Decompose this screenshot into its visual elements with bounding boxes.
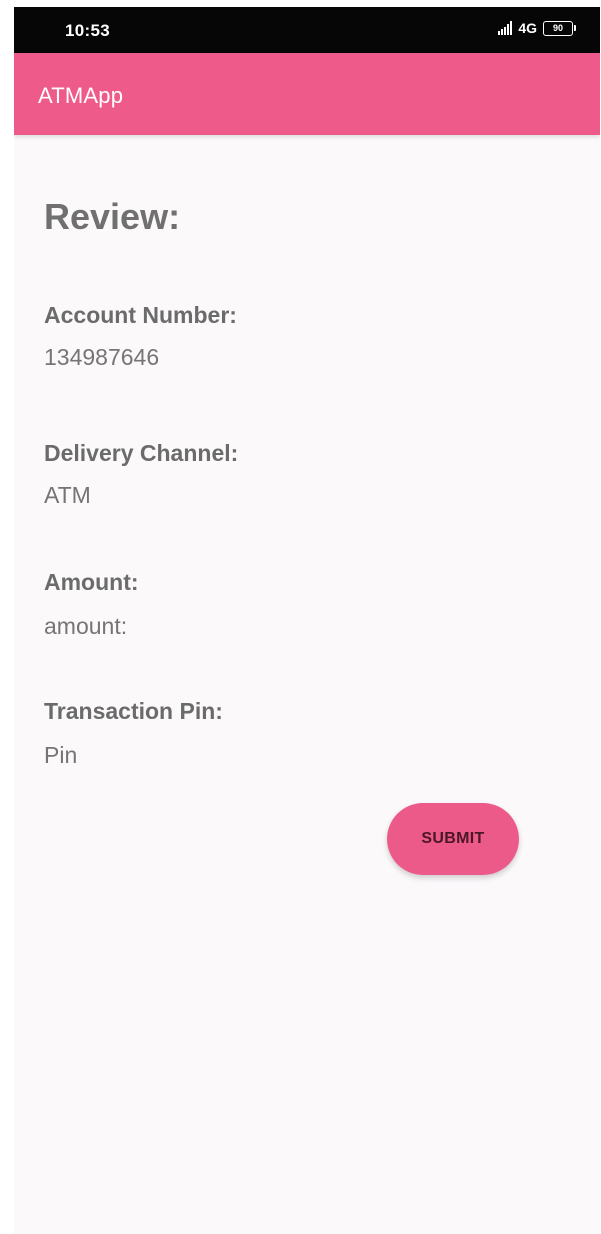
- status-time: 10:53: [65, 21, 110, 40]
- battery-icon: 90: [543, 20, 576, 36]
- account-number-value: 134987646: [44, 344, 160, 370]
- status-indicators: 4G 90: [498, 20, 576, 36]
- submit-button[interactable]: SUBMIT: [387, 803, 519, 875]
- delivery-channel-label: Delivery Channel:: [44, 440, 239, 466]
- transaction-pin-value: Pin: [44, 742, 78, 768]
- signal-icon: [498, 21, 513, 35]
- amount-value: amount:: [44, 613, 128, 639]
- amount-label: Amount:: [44, 569, 139, 595]
- transaction-pin-label: Transaction Pin:: [44, 698, 223, 724]
- app-bar: ATMApp: [14, 53, 600, 135]
- network-type: 4G: [518, 20, 537, 36]
- account-number-label: Account Number:: [44, 302, 237, 328]
- battery-level: 90: [543, 20, 573, 36]
- app-title: ATMApp: [38, 83, 124, 108]
- delivery-channel-value: ATM: [44, 482, 91, 508]
- review-heading: Review:: [44, 196, 181, 237]
- status-bar: 10:53 4G 90: [14, 7, 600, 53]
- phone-screen: 10:53 4G 90 ATMApp Review: Account Numbe…: [14, 7, 600, 1234]
